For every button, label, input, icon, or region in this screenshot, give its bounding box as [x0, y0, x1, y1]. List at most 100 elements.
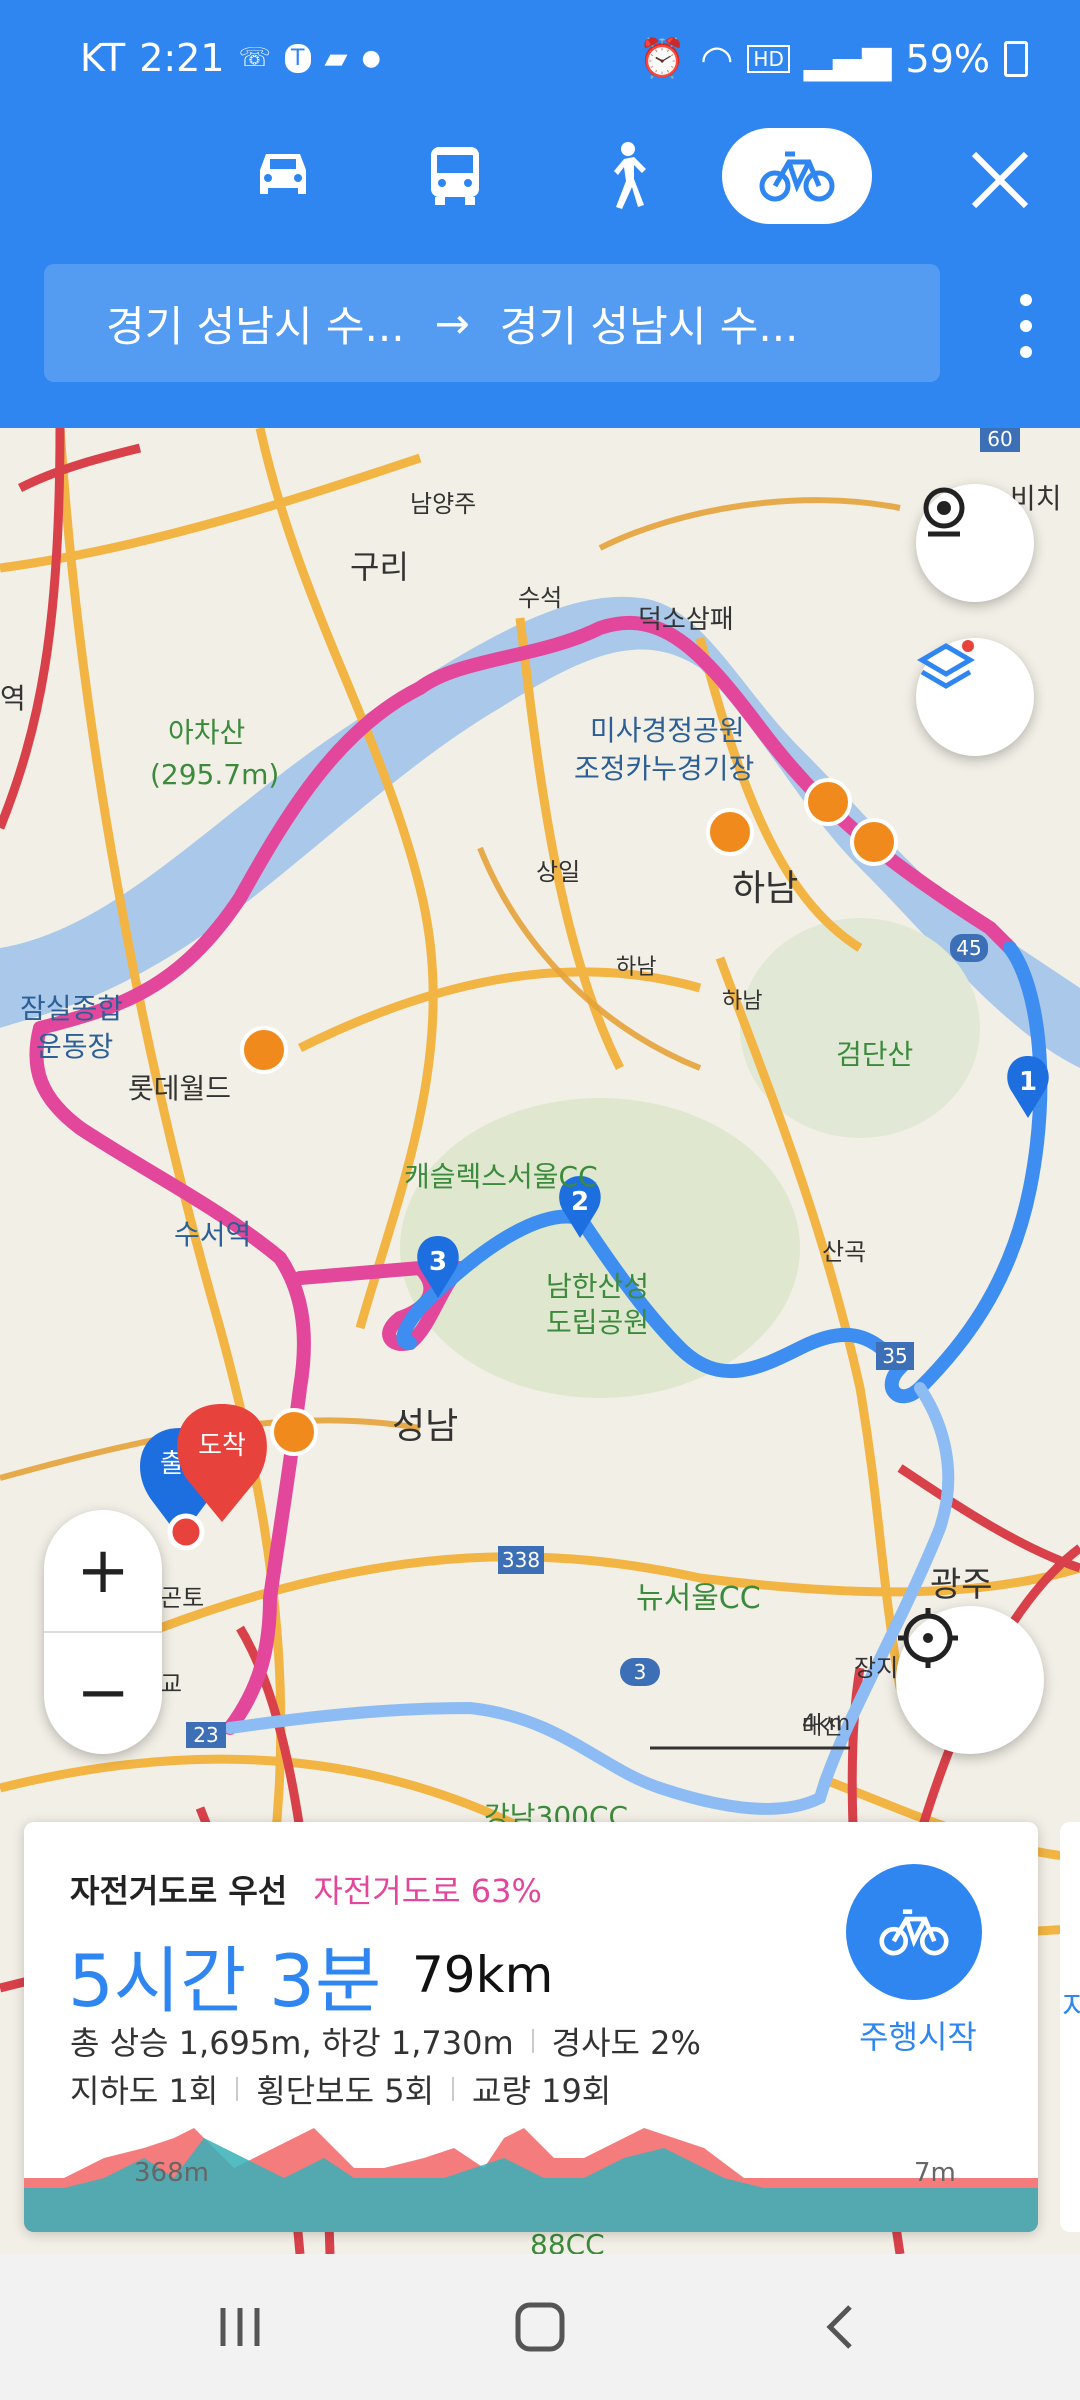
scale-label: 4km	[802, 1711, 850, 1736]
tab-walk[interactable]	[550, 128, 700, 224]
route-summary-box[interactable]: 경기 성남시 수... → 경기 성남시 수...	[44, 264, 940, 382]
label-seongnam: 성남	[392, 1406, 458, 1447]
close-icon	[971, 151, 1029, 209]
label-namhan-2: 도립공원	[546, 1306, 649, 1339]
shield-338: 338	[502, 1548, 540, 1572]
more-vert-icon	[1020, 294, 1032, 358]
label-guri: 구리	[350, 548, 409, 586]
label-jamsil-2: 운동장	[36, 1030, 113, 1063]
arrive-label: 도착	[198, 1431, 246, 1461]
home-icon	[515, 2302, 565, 2352]
elevation-stats: 총 상승 1,695m, 하강 1,730m 경사도 2%	[70, 2018, 701, 2064]
label-lotte: 롯데월드	[128, 1072, 231, 1105]
wifi-icon: ◠	[700, 36, 734, 81]
label-sangil: 상일	[536, 858, 580, 886]
label-misa-2: 조정카누경기장	[574, 752, 754, 785]
zoom-control: + −	[44, 1510, 162, 1754]
route-arrow: →	[434, 298, 470, 348]
slope-text: 경사도 2%	[551, 2024, 701, 2062]
battery-label: 59%	[905, 36, 990, 81]
location-pin-icon	[923, 487, 965, 537]
origin-text[interactable]: 경기 성남시 수...	[106, 293, 405, 354]
label-gon: 곤토	[160, 1584, 204, 1612]
shield-3: 3	[634, 1660, 647, 1684]
climb-text: 총 상승 1,695m, 하강 1,730m	[70, 2024, 514, 2062]
tab-car[interactable]	[208, 128, 358, 224]
elevation-max-label: 368m	[134, 2158, 209, 2188]
route-header: 경기 성남시 수... → 경기 성남시 수...	[0, 120, 1080, 428]
label-namyangju: 남양주	[410, 490, 476, 518]
poi-star	[706, 808, 754, 856]
label-castlerex: 캐슬렉스서울CC	[404, 1160, 598, 1193]
close-button[interactable]	[960, 140, 1040, 220]
poi-star	[850, 818, 898, 866]
zoom-in-button[interactable]: +	[44, 1510, 162, 1632]
label-geomdan: 검단산	[836, 1038, 913, 1071]
layers-button[interactable]	[916, 638, 1034, 756]
label-namhan-1: 남한산성	[546, 1270, 649, 1303]
zoom-out-button[interactable]: −	[44, 1632, 162, 1754]
label-yeok: 역	[0, 682, 26, 715]
recents-icon	[220, 2308, 260, 2346]
bike-route-blue-light	[224, 1382, 955, 1815]
waypoint-3-label: 3	[429, 1247, 447, 1277]
current-position-dot	[167, 1513, 205, 1551]
label-newseoul: 뉴서울CC	[636, 1581, 761, 1616]
my-location-button[interactable]	[896, 1606, 1044, 1754]
label-hanam-ic: 하남	[722, 989, 762, 1014]
label-misa-1: 미사경정공원	[590, 714, 745, 747]
label-jangji: 장지	[854, 1654, 898, 1682]
bus-icon	[431, 147, 479, 205]
label-suseo: 수서역	[174, 1218, 251, 1251]
layers-icon	[917, 640, 975, 689]
travel-time: 5시간 3분	[68, 1939, 382, 2023]
back-button[interactable]	[800, 2292, 880, 2362]
label-hanam-jc: 하남	[616, 955, 656, 980]
bridge-text: 교량 19회	[472, 2072, 612, 2110]
poi-star	[270, 1408, 318, 1456]
shield-45: 45	[956, 936, 981, 960]
label-gyo: 교	[160, 1670, 182, 1698]
destination-text[interactable]: 경기 성남시 수...	[500, 293, 799, 354]
signal-icon: ▂▄▆	[803, 36, 892, 81]
label-gwangju: 광주	[930, 1565, 993, 1605]
carrier-label: KT	[80, 36, 126, 80]
start-ride-label[interactable]: 주행시작	[850, 2012, 986, 2058]
alarm-icon: ⏰	[638, 36, 687, 80]
message-icon: ▰	[324, 40, 348, 76]
travel-distance: 79km	[412, 1946, 554, 2004]
next-route-card[interactable]: 지	[1060, 1822, 1080, 2232]
route-card[interactable]: 자전거도로 우선 자전거도로 63% 5시간 3분 79km 총 상승 1,69…	[24, 1822, 1038, 2232]
label-sangok: 산곡	[822, 1238, 866, 1266]
label-deokso: 덕소삼패	[638, 605, 734, 635]
battery-icon	[1004, 40, 1028, 77]
crossing-stats: 지하도 1회 횡단보도 5회 교량 19회	[70, 2066, 611, 2112]
next-route-peek: 지	[1062, 1990, 1080, 2025]
underpass-text: 지하도 1회	[70, 2072, 219, 2110]
start-ride-button[interactable]	[846, 1864, 982, 2000]
shield-60: 60	[987, 428, 1012, 451]
separator	[452, 2077, 455, 2101]
crosswalk-text: 횡단보도 5회	[256, 2072, 435, 2110]
elevation-min-label: 7m	[914, 2158, 956, 2188]
home-button[interactable]	[500, 2292, 580, 2362]
street-view-button[interactable]	[916, 484, 1034, 602]
poi-star	[240, 1026, 288, 1074]
talk-icon: T	[285, 43, 311, 73]
recent-apps-button[interactable]	[200, 2292, 280, 2362]
label-suseok: 수석	[518, 584, 562, 612]
shield-35: 35	[882, 1344, 907, 1368]
label-jamsil-1: 잠실종합	[20, 992, 123, 1025]
separator	[236, 2077, 239, 2101]
tab-bus[interactable]	[380, 128, 530, 224]
car-icon	[260, 154, 306, 194]
back-icon	[826, 2305, 852, 2349]
separator	[531, 2029, 534, 2053]
poi-star	[804, 778, 852, 826]
bike-icon	[759, 151, 835, 202]
elevation-profile: 368m 7m	[24, 2118, 1038, 2232]
label-hanam: 하남	[732, 868, 798, 909]
more-menu-button[interactable]	[1008, 290, 1044, 362]
label-achasan-height: (295.7m)	[150, 758, 279, 791]
tab-bike[interactable]	[722, 128, 872, 224]
